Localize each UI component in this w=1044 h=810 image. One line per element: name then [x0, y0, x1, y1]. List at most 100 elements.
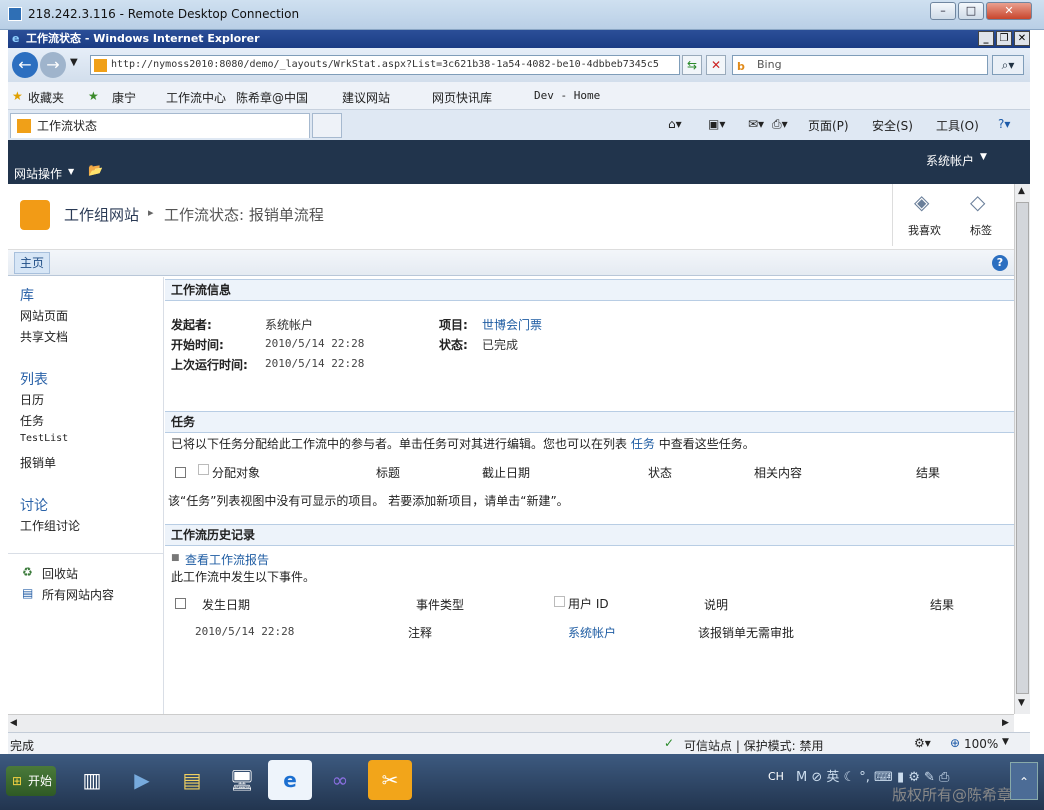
tools-icon[interactable]: ✂ [368, 760, 412, 800]
feeds-icon[interactable]: ▣▾ [708, 117, 725, 131]
fav-item-6[interactable]: Dev - Home [534, 89, 600, 102]
divider [8, 553, 164, 554]
fav-item-5[interactable]: 网页快讯库 [432, 89, 492, 106]
zoom-icon[interactable]: ⊕ [950, 736, 960, 750]
nav-discussions[interactable]: 讨论 [20, 495, 48, 515]
col-description[interactable]: 说明 [704, 596, 728, 613]
nav-expense[interactable]: 报销单 [20, 454, 56, 471]
security-zone[interactable]: 可信站点 | 保护模式: 禁用 [684, 737, 824, 754]
zoom-chevron-icon[interactable]: ▼ [1002, 737, 1009, 747]
i-like-icon[interactable]: ◈ [914, 190, 929, 214]
nav-recycle-bin[interactable]: 回收站 [42, 565, 78, 582]
print-icon[interactable]: ⎙▾ [772, 117, 788, 132]
scroll-down-icon[interactable]: ▼ [1018, 698, 1025, 708]
nav-lists[interactable]: 列表 [20, 369, 48, 389]
close-button[interactable]: ✕ [986, 2, 1032, 20]
col-event-type[interactable]: 事件类型 [416, 596, 464, 613]
favorites-button[interactable]: 收藏夹 [28, 89, 64, 106]
show-desktop-button[interactable]: ⌃ [1010, 762, 1038, 800]
site-actions-chevron-icon[interactable]: ▼ [68, 167, 74, 176]
home-icon[interactable]: ⌂▾ [668, 117, 682, 131]
item-link[interactable]: 世博会门票 [482, 316, 542, 333]
row-user-link[interactable]: 系统帐户 [568, 624, 616, 641]
help-icon[interactable]: ? [992, 255, 1008, 271]
horizontal-scrollbar[interactable]: ◀ ▶ [8, 714, 1014, 732]
page-menu[interactable]: 页面(P) [808, 117, 849, 134]
tags-label[interactable]: 标签 [970, 222, 992, 238]
history-dropdown-icon[interactable]: ▼ [70, 57, 78, 68]
navigate-up-icon[interactable]: 📂 [88, 163, 103, 177]
nav-libraries[interactable]: 库 [20, 285, 34, 305]
safety-menu[interactable]: 安全(S) [872, 117, 913, 134]
fav-item-1[interactable]: 康宁 [112, 89, 136, 106]
tools-menu[interactable]: 工具(O) [936, 117, 979, 134]
fav-item-2[interactable]: 工作流中心 [166, 89, 226, 106]
nav-shared-docs[interactable]: 共享文档 [20, 328, 68, 345]
search-button[interactable]: ⌕▾ [992, 55, 1024, 75]
visual-studio-icon[interactable]: ∞ [318, 760, 362, 800]
scroll-left-icon[interactable]: ◀ [10, 718, 17, 728]
new-tab-button[interactable] [312, 113, 342, 138]
forward-icon[interactable]: → [40, 52, 66, 78]
site-title-link[interactable]: 工作组网站 [64, 204, 139, 225]
col-status[interactable]: 状态 [648, 464, 672, 481]
start-button[interactable]: ⊞ 开始 [6, 766, 56, 796]
col-outcome[interactable]: 结果 [916, 464, 940, 481]
tab-home[interactable]: 主页 [14, 252, 50, 274]
col-related[interactable]: 相关内容 [754, 464, 802, 481]
nav-calendar[interactable]: 日历 [20, 391, 44, 408]
zone-icon[interactable]: ⚙▾ [914, 736, 931, 750]
user-sort-checkbox[interactable] [554, 596, 565, 607]
fav-item-3[interactable]: 陈希章@中国 [236, 89, 308, 106]
nav-team-discussion[interactable]: 工作组讨论 [20, 517, 80, 534]
history-select-all-checkbox[interactable] [175, 598, 186, 609]
ie-minimize-button[interactable]: _ [978, 31, 994, 46]
minimize-button[interactable]: – [930, 2, 956, 20]
fav-item-4[interactable]: 建议网站 [342, 89, 390, 106]
scroll-right-icon[interactable]: ▶ [1002, 718, 1009, 728]
add-favorite-icon[interactable]: ★ [88, 89, 99, 103]
col-title[interactable]: 标题 [376, 464, 400, 481]
search-input[interactable]: b Bing [732, 55, 988, 75]
ie-close-button[interactable]: ✕ [1014, 31, 1030, 46]
tray-icons[interactable]: M ⊘ 英 ☾ °, ⌨ ▮ ⚙ ✎ ⎙ [796, 766, 949, 785]
network-icon[interactable]: 🖥 [220, 760, 264, 800]
input-language[interactable]: CH [768, 770, 784, 783]
user-menu-chevron-icon[interactable]: ▼ [980, 152, 987, 162]
refresh-icon[interactable]: ⇆ [682, 55, 702, 75]
col-user-id[interactable]: 用户 ID [568, 595, 609, 612]
maximize-button[interactable]: □ [958, 2, 984, 20]
zoom-level[interactable]: 100% [964, 737, 998, 751]
ie-restore-button[interactable]: ❐ [996, 31, 1012, 46]
scroll-up-icon[interactable]: ▲ [1018, 186, 1025, 196]
view-report-link[interactable]: 查看工作流报告 [185, 551, 269, 568]
col-due-date[interactable]: 截止日期 [482, 464, 530, 481]
history-header: 工作流历史记录 [165, 524, 1014, 546]
assigned-sort-checkbox[interactable] [198, 464, 209, 475]
col-date[interactable]: 发生日期 [202, 596, 250, 613]
tags-icon[interactable]: ◇ [970, 190, 985, 214]
select-all-checkbox[interactable] [175, 467, 186, 478]
tab-workflow-status[interactable]: 工作流状态 [10, 113, 310, 138]
user-menu[interactable]: 系统帐户 [926, 152, 974, 169]
back-icon[interactable]: ← [12, 52, 38, 78]
site-actions-menu[interactable]: 网站操作 [14, 165, 62, 182]
scroll-thumb[interactable] [1016, 202, 1029, 694]
nav-tasks[interactable]: 任务 [20, 412, 44, 429]
internet-explorer-icon[interactable]: e [268, 760, 312, 800]
address-bar[interactable]: http://nymoss2010:8080/demo/_layouts/Wrk… [90, 55, 680, 75]
tasks-list-link[interactable]: 任务 [631, 437, 655, 451]
powershell-icon[interactable]: ▶ [120, 760, 164, 800]
mail-icon[interactable]: ✉▾ [748, 117, 764, 131]
nav-all-content[interactable]: 所有网站内容 [42, 586, 114, 603]
server-manager-icon[interactable]: ▥ [70, 760, 114, 800]
help-menu-icon[interactable]: ?▾ [998, 117, 1010, 131]
col-result[interactable]: 结果 [930, 596, 954, 613]
i-like-label[interactable]: 我喜欢 [908, 222, 941, 238]
nav-site-pages[interactable]: 网站页面 [20, 307, 68, 324]
nav-testlist[interactable]: TestList [20, 433, 68, 444]
col-assigned-to[interactable]: 分配对象 [212, 464, 260, 481]
stop-icon[interactable]: ✕ [706, 55, 726, 75]
explorer-icon[interactable]: ▤ [170, 760, 214, 800]
vertical-scrollbar[interactable]: ▲ ▼ [1014, 184, 1030, 714]
